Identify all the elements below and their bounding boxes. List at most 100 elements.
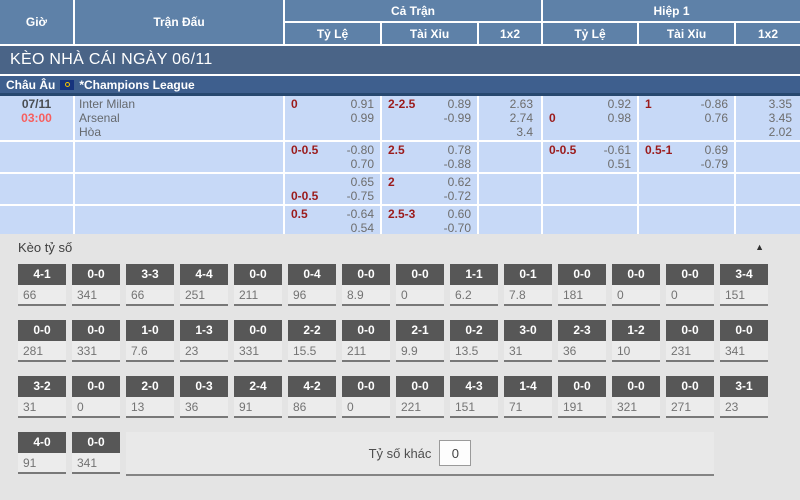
score-tile[interactable]: 0-0281	[18, 320, 66, 362]
ft-over-under-cell[interactable]: 2-2.50.89-0.99	[382, 96, 477, 140]
ft-over-under-cell[interactable]: 2.5-30.60-0.70	[382, 206, 477, 234]
h1-1x2-cell	[736, 174, 800, 204]
h1-handicap-cell[interactable]: 0-0.5-0.610.51	[543, 142, 637, 172]
score-tile[interactable]: 3-123	[720, 376, 768, 418]
score-tile[interactable]: 1-471	[504, 376, 552, 418]
score-tile[interactable]: 0-0271	[666, 376, 714, 418]
ft-handicap-cell[interactable]: 0-0.5-0.800.70	[285, 142, 380, 172]
handicap-label: 2-2.5	[388, 97, 415, 111]
score-tile-label: 0-0	[558, 376, 606, 397]
odds-line: 2.5-30.60	[382, 207, 477, 221]
score-tile[interactable]: 4-3151	[450, 376, 498, 418]
score-tile[interactable]: 1-323	[180, 320, 228, 362]
score-tile[interactable]: 0-17.8	[504, 264, 552, 306]
h1-over-under-cell[interactable]: 1-0.860.76	[639, 96, 734, 140]
score-tile-odds: 211	[342, 341, 390, 362]
score-tile[interactable]: 3-031	[504, 320, 552, 362]
score-tile[interactable]: 0-00	[72, 376, 120, 418]
score-tile[interactable]: 0-336	[180, 376, 228, 418]
score-tile-odds: 181	[558, 285, 606, 306]
score-tile[interactable]: 2-013	[126, 376, 174, 418]
h1-1x2-cell[interactable]: 3.353.452.02	[736, 96, 800, 140]
score-tile-odds: 331	[234, 341, 282, 362]
score-tile-label: 0-0	[396, 376, 444, 397]
score-tile-odds: 211	[234, 285, 282, 306]
score-tile[interactable]: 4-286	[288, 376, 336, 418]
handicap-label: 0-0.5	[549, 143, 576, 157]
score-row: 3-2310-002-0130-3362-4914-2860-000-02214…	[0, 376, 800, 418]
odds-line: 0-0.5-0.61	[543, 143, 637, 157]
ft-1x2-cell	[479, 174, 541, 204]
odds-line: 00.98	[543, 111, 637, 125]
ft-handicap-cell[interactable]: 00.910.99	[285, 96, 380, 140]
odds-line: 20.62	[382, 175, 477, 189]
ft-over-under-cell[interactable]: 20.62-0.72	[382, 174, 477, 204]
score-tile-label: 0-0	[72, 376, 120, 397]
score-tile-odds: 36	[180, 397, 228, 418]
other-score-box: Tỷ số khác	[126, 432, 714, 476]
h1-over-under-cell[interactable]: 0.5-10.69-0.79	[639, 142, 734, 172]
score-tile[interactable]: 0-0341	[720, 320, 768, 362]
score-tile-label: 4-4	[180, 264, 228, 285]
score-tile[interactable]: 0-0331	[72, 320, 120, 362]
score-tile[interactable]: 0-00	[342, 376, 390, 418]
ft-1x2-cell[interactable]: 2.632.743.4	[479, 96, 541, 140]
score-tile[interactable]: 3-231	[18, 376, 66, 418]
league-bar[interactable]: Châu Âu *Champions League	[0, 76, 800, 96]
score-tile[interactable]: 0-0211	[234, 264, 282, 306]
ft-handicap-cell[interactable]: 0.650-0.5-0.75	[285, 174, 380, 204]
ft-handicap-cell[interactable]: 0.5-0.640.54	[285, 206, 380, 234]
odds-rows-grid: 07/1103:00Inter MilanArsenalHòa00.910.99…	[0, 96, 800, 234]
score-tile[interactable]: 2-336	[558, 320, 606, 362]
score-tile[interactable]: 2-215.5	[288, 320, 336, 362]
score-tile[interactable]: 0-0341	[72, 264, 120, 306]
odds-line: 0.70	[285, 157, 380, 171]
score-tile[interactable]: 1-210	[612, 320, 660, 362]
score-tile[interactable]: 4-4251	[180, 264, 228, 306]
score-tile-label: 3-2	[18, 376, 66, 397]
home-team-name: Inter Milan	[79, 97, 283, 111]
score-tile-odds: 13.5	[450, 341, 498, 362]
score-tile[interactable]: 2-19.9	[396, 320, 444, 362]
score-tile[interactable]: 0-0191	[558, 376, 606, 418]
score-tile[interactable]: 0-0341	[72, 432, 120, 476]
odds-value: -0.99	[444, 111, 471, 125]
score-tile[interactable]: 1-07.6	[126, 320, 174, 362]
score-tile[interactable]: 0-0321	[612, 376, 660, 418]
score-tile[interactable]: 0-0231	[666, 320, 714, 362]
score-tile[interactable]: 0-00	[396, 264, 444, 306]
score-tile[interactable]: 4-091	[18, 432, 66, 476]
score-tile-label: 0-0	[396, 264, 444, 285]
score-tile[interactable]: 3-366	[126, 264, 174, 306]
match-teams-cell	[75, 142, 283, 172]
score-tile[interactable]: 0-0221	[396, 376, 444, 418]
score-tile[interactable]: 0-08.9	[342, 264, 390, 306]
score-tile[interactable]: 1-16.2	[450, 264, 498, 306]
column-header-h1-1x2: 1x2	[736, 23, 800, 44]
score-tile[interactable]: 0-0211	[342, 320, 390, 362]
h1-handicap-cell[interactable]: 0.9200.98	[543, 96, 637, 140]
odds-value: -0.75	[347, 189, 374, 203]
score-tile-odds: 221	[396, 397, 444, 418]
score-tile[interactable]: 3-4151	[720, 264, 768, 306]
league-name-label: *Champions League	[79, 78, 194, 92]
score-tile-odds: 341	[72, 285, 120, 306]
other-score-input[interactable]	[439, 440, 471, 466]
score-tile-label: 0-0	[234, 264, 282, 285]
score-tile[interactable]: 4-166	[18, 264, 66, 306]
score-tile[interactable]: 2-491	[234, 376, 282, 418]
score-tile-odds: 151	[720, 285, 768, 306]
score-tile-odds: 66	[126, 285, 174, 306]
score-tile[interactable]: 0-213.5	[450, 320, 498, 362]
h1-handicap-cell	[543, 206, 637, 234]
ft-1x2-cell	[479, 142, 541, 172]
score-tile[interactable]: 0-00	[666, 264, 714, 306]
score-tile[interactable]: 0-496	[288, 264, 336, 306]
score-tile[interactable]: 0-0331	[234, 320, 282, 362]
odds-line: 00.91	[285, 97, 380, 111]
score-tile[interactable]: 0-00	[612, 264, 660, 306]
ft-over-under-cell[interactable]: 2.50.78-0.88	[382, 142, 477, 172]
chevron-up-icon[interactable]: ▲	[755, 242, 764, 252]
odds-value: -0.79	[701, 157, 728, 171]
score-tile[interactable]: 0-0181	[558, 264, 606, 306]
